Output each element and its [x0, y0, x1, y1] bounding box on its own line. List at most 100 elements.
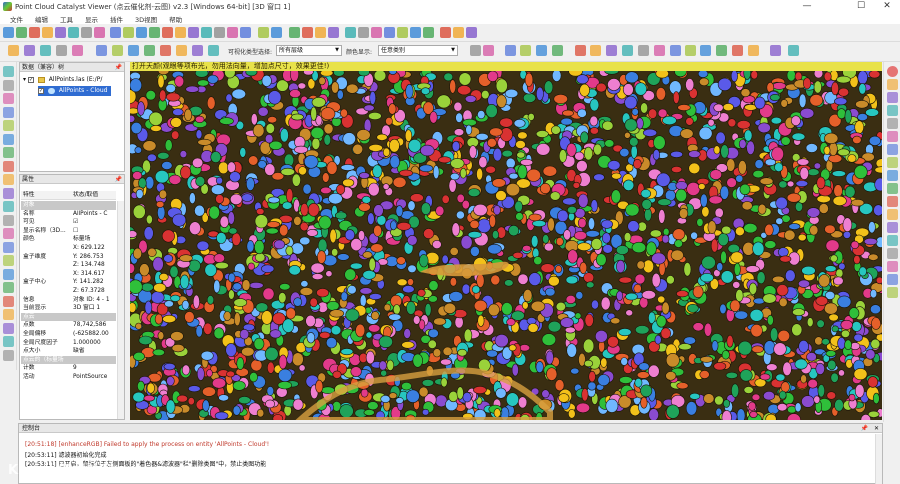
tool-icon[interactable] [3, 160, 14, 172]
property-row[interactable]: 计数 9 [21, 364, 116, 373]
view-tool-icon[interactable] [887, 183, 898, 194]
toolbar-icon[interactable] [638, 45, 649, 56]
tool-icon[interactable] [3, 187, 14, 199]
toolbar-icon[interactable] [214, 27, 225, 38]
property-value[interactable]: 对象 ID: 4 - 1 [73, 296, 116, 305]
property-row[interactable]: 显示名称（3D... ☐ [21, 227, 116, 236]
toolbar-icon[interactable] [149, 27, 160, 38]
tool-icon[interactable] [3, 322, 14, 334]
toolbar-icon[interactable] [520, 45, 531, 56]
toolbar-icon[interactable] [440, 27, 451, 38]
toolbar-icon[interactable] [289, 27, 300, 38]
toolbar-icon[interactable] [328, 27, 339, 38]
property-value[interactable]: 9 [73, 364, 116, 373]
maximize-button[interactable]: ☐ [848, 0, 874, 13]
property-row[interactable]: 名称 AllPoints - C [21, 210, 116, 219]
property-value[interactable]: Y: 286.753 [73, 253, 116, 262]
tool-icon[interactable] [3, 295, 14, 307]
toolbar-icon[interactable] [176, 45, 187, 56]
toolbar-icon[interactable] [56, 45, 67, 56]
toolbar-icon[interactable] [654, 45, 665, 56]
property-row[interactable]: 盒子中心 Y: 141.282 [21, 278, 116, 287]
pin-icon[interactable]: 📌 [115, 175, 122, 184]
toolbar-icon[interactable] [175, 27, 186, 38]
toolbar-icon[interactable] [96, 45, 107, 56]
toolbar-icon[interactable] [748, 45, 759, 56]
toolbar-icon[interactable] [732, 45, 743, 56]
toolbar-icon[interactable] [136, 27, 147, 38]
visibility-checkbox[interactable]: ✓ [27, 76, 34, 83]
toolbar-icon[interactable] [128, 45, 139, 56]
menu-help[interactable]: 帮助 [169, 14, 182, 24]
toolbar-icon[interactable] [358, 27, 369, 38]
expand-icon[interactable]: ▾ [23, 76, 26, 83]
view-tool-icon[interactable] [887, 118, 898, 129]
property-value[interactable]: Y: 141.282 [73, 278, 116, 287]
pin-icon[interactable]: 📌 [861, 424, 868, 433]
property-value[interactable]: 标量场 [73, 235, 116, 244]
property-row[interactable]: 颜色 标量场 [21, 235, 116, 244]
toolbar-icon[interactable] [188, 27, 199, 38]
tool-icon[interactable] [3, 214, 14, 226]
property-row[interactable]: 全局偏移 (-625882.00 [21, 330, 116, 339]
toolbar-icon[interactable] [68, 27, 79, 38]
menu-file[interactable]: 文件 [10, 14, 23, 24]
close-icon[interactable]: ✕ [874, 424, 879, 433]
tool-icon[interactable] [3, 120, 14, 131]
toolbar-icon[interactable] [192, 45, 203, 56]
tool-icon[interactable] [3, 147, 14, 158]
toolbar-icon[interactable] [505, 45, 516, 56]
toolbar-icon[interactable] [371, 27, 382, 38]
toolbar-icon[interactable] [606, 45, 617, 56]
point-cloud-render[interactable] [130, 62, 882, 420]
view-tool-icon[interactable] [887, 157, 898, 168]
tree-cloud-item[interactable]: ✓ AllPoints - Cloud [38, 86, 112, 96]
pin-icon[interactable]: 📌 [115, 63, 122, 72]
toolbar-icon[interactable] [271, 27, 282, 38]
toolbar-icon[interactable] [315, 27, 326, 38]
close-button[interactable]: ✕ [874, 0, 900, 13]
property-value[interactable]: Z: 67.3728 [73, 287, 116, 296]
view-tool-icon[interactable] [887, 235, 898, 246]
toolbar-icon[interactable] [8, 45, 19, 56]
toolbar-icon[interactable] [788, 45, 799, 56]
property-value[interactable]: X: 314.617 [73, 270, 116, 279]
3d-view[interactable]: 打开天颜(观眼等项布光，勿用法向量，增加点尺寸，效果更佳!) [130, 62, 882, 420]
toolbar-icon[interactable] [110, 27, 121, 38]
property-row[interactable]: 盒子维度 Y: 286.753 [21, 253, 116, 262]
menu-edit[interactable]: 编辑 [35, 14, 48, 24]
toolbar-icon[interactable] [423, 27, 434, 38]
tool-icon[interactable] [3, 106, 14, 118]
property-value[interactable]: X: 629.122 [73, 244, 116, 253]
property-value[interactable]: AllPoints - C [73, 210, 116, 219]
property-row[interactable]: 点数 78,742,586 [21, 321, 116, 330]
toolbar-icon[interactable] [384, 27, 395, 38]
property-row[interactable]: 当前显示 3D 窗口 1 [21, 304, 116, 313]
toolbar-icon[interactable] [770, 45, 781, 56]
toolbar-icon[interactable] [345, 27, 356, 38]
property-value[interactable]: Z: 134.748 [73, 261, 116, 270]
toolbar-icon[interactable] [258, 27, 269, 38]
toolbar-icon[interactable] [94, 27, 105, 38]
toolbar-icon[interactable] [622, 45, 633, 56]
view-tool-icon[interactable] [887, 131, 898, 142]
toolbar-icon[interactable] [410, 27, 421, 38]
toolbar-icon[interactable] [227, 27, 238, 38]
toolbar-icon[interactable] [552, 45, 563, 56]
toolbar-icon[interactable] [575, 45, 586, 56]
property-value[interactable]: 1.000000 [73, 339, 116, 348]
view-tool-icon[interactable] [887, 261, 898, 272]
toolbar-icon[interactable] [40, 45, 51, 56]
view-tool-icon[interactable] [887, 209, 898, 220]
toolbar-icon[interactable] [590, 45, 601, 56]
toolbar-icon[interactable] [453, 27, 464, 38]
property-value[interactable]: PointSource [73, 373, 116, 382]
toolbar-icon[interactable] [42, 27, 53, 38]
properties-scrollbar[interactable] [117, 201, 124, 419]
tool-icon[interactable] [3, 228, 14, 239]
menu-tools[interactable]: 工具 [60, 14, 73, 24]
menu-plugins[interactable]: 插件 [110, 14, 123, 24]
tool-icon[interactable] [3, 201, 14, 212]
tool-icon[interactable] [3, 268, 14, 280]
property-value[interactable]: 78,742,586 [73, 321, 116, 330]
